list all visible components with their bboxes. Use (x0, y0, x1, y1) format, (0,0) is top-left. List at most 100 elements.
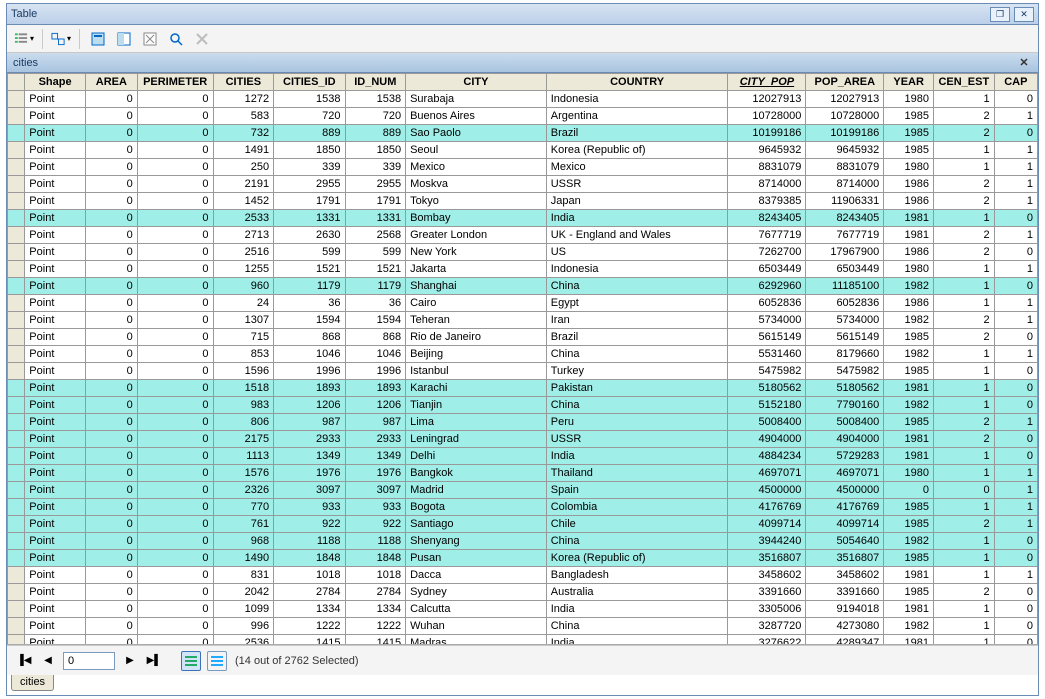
cell-city_pop[interactable]: 6052836 (728, 295, 806, 312)
cell-cap[interactable]: 0 (994, 244, 1037, 261)
cell-perimeter[interactable]: 0 (137, 567, 213, 584)
row-selector[interactable] (8, 210, 25, 227)
cell-pop_area[interactable]: 11906331 (806, 193, 884, 210)
cell-cap[interactable]: 1 (994, 295, 1037, 312)
cell-cen_est[interactable]: 1 (934, 380, 995, 397)
cell-city_pop[interactable]: 5734000 (728, 312, 806, 329)
bottom-tab-cities[interactable]: cities (11, 675, 54, 691)
cell-year[interactable]: 1985 (884, 584, 934, 601)
cell-cities_id[interactable]: 1976 (274, 465, 345, 482)
cell-country[interactable]: China (546, 533, 728, 550)
cell-city[interactable]: Sydney (406, 584, 547, 601)
cell-cities_id[interactable]: 1893 (274, 380, 345, 397)
cell-pop_area[interactable]: 3391660 (806, 584, 884, 601)
cell-country[interactable]: India (546, 448, 728, 465)
cell-year[interactable]: 0 (884, 482, 934, 499)
cell-cap[interactable]: 0 (994, 533, 1037, 550)
table-row[interactable]: Point00145217911791TokyoJapan83793851190… (8, 193, 1038, 210)
row-selector[interactable] (8, 499, 25, 516)
cell-cities_id[interactable]: 2933 (274, 431, 345, 448)
column-header-country[interactable]: COUNTRY (546, 74, 728, 91)
cell-area[interactable]: 0 (85, 278, 137, 295)
cell-perimeter[interactable]: 0 (137, 431, 213, 448)
prev-record-button[interactable]: ◀ (39, 652, 57, 670)
cell-city[interactable]: Greater London (406, 227, 547, 244)
cell-city[interactable]: Beijing (406, 346, 547, 363)
cell-cen_est[interactable]: 1 (934, 533, 995, 550)
cell-year[interactable]: 1986 (884, 244, 934, 261)
cell-cap[interactable]: 1 (994, 159, 1037, 176)
cell-cap[interactable]: 0 (994, 329, 1037, 346)
cell-cen_est[interactable]: 1 (934, 635, 995, 645)
cell-pop_area[interactable]: 8831079 (806, 159, 884, 176)
cell-id_num[interactable]: 1331 (345, 210, 406, 227)
close-button[interactable]: ✕ (1014, 7, 1034, 22)
cell-city[interactable]: Buenos Aires (406, 108, 547, 125)
cell-perimeter[interactable]: 0 (137, 108, 213, 125)
cell-country[interactable]: Turkey (546, 363, 728, 380)
cell-city_pop[interactable]: 4884234 (728, 448, 806, 465)
cell-pop_area[interactable]: 8243405 (806, 210, 884, 227)
cell-shape[interactable]: Point (25, 210, 86, 227)
row-selector[interactable] (8, 533, 25, 550)
table-row[interactable]: Point00130715941594TeheranIran5734000573… (8, 312, 1038, 329)
cell-shape[interactable]: Point (25, 414, 86, 431)
switch-selection-button[interactable] (113, 28, 135, 50)
cell-cities[interactable]: 806 (213, 414, 274, 431)
cell-pop_area[interactable]: 9645932 (806, 142, 884, 159)
cell-city_pop[interactable]: 8831079 (728, 159, 806, 176)
cell-pop_area[interactable]: 5008400 (806, 414, 884, 431)
cell-id_num[interactable]: 1848 (345, 550, 406, 567)
row-selector[interactable] (8, 193, 25, 210)
cell-cities[interactable]: 996 (213, 618, 274, 635)
cell-cen_est[interactable]: 2 (934, 312, 995, 329)
cell-cap[interactable]: 1 (994, 193, 1037, 210)
table-row[interactable]: Point00149118501850SeoulKorea (Republic … (8, 142, 1038, 159)
cell-id_num[interactable]: 1976 (345, 465, 406, 482)
cell-shape[interactable]: Point (25, 329, 86, 346)
cell-id_num[interactable]: 1188 (345, 533, 406, 550)
cell-year[interactable]: 1982 (884, 346, 934, 363)
cell-perimeter[interactable]: 0 (137, 482, 213, 499)
cell-city[interactable]: Teheran (406, 312, 547, 329)
cell-area[interactable]: 0 (85, 635, 137, 645)
cell-cen_est[interactable]: 2 (934, 125, 995, 142)
cell-pop_area[interactable]: 5729283 (806, 448, 884, 465)
cell-pop_area[interactable]: 10199186 (806, 125, 884, 142)
cell-cap[interactable]: 0 (994, 618, 1037, 635)
cell-cities[interactable]: 1452 (213, 193, 274, 210)
cell-area[interactable]: 0 (85, 584, 137, 601)
cell-pop_area[interactable]: 5054640 (806, 533, 884, 550)
cell-city_pop[interactable]: 9645932 (728, 142, 806, 159)
cell-pop_area[interactable]: 7790160 (806, 397, 884, 414)
cell-city[interactable]: Karachi (406, 380, 547, 397)
cell-area[interactable]: 0 (85, 550, 137, 567)
cell-shape[interactable]: Point (25, 193, 86, 210)
cell-perimeter[interactable]: 0 (137, 278, 213, 295)
cell-country[interactable]: USSR (546, 431, 728, 448)
cell-area[interactable]: 0 (85, 346, 137, 363)
cell-cap[interactable]: 0 (994, 635, 1037, 645)
cell-year[interactable]: 1980 (884, 159, 934, 176)
cell-cap[interactable]: 0 (994, 584, 1037, 601)
cell-perimeter[interactable]: 0 (137, 261, 213, 278)
cell-year[interactable]: 1980 (884, 91, 934, 108)
row-selector[interactable] (8, 159, 25, 176)
cell-cap[interactable]: 1 (994, 465, 1037, 482)
table-row[interactable]: Point00219129552955MoskvaUSSR87140008714… (8, 176, 1038, 193)
cell-perimeter[interactable]: 0 (137, 227, 213, 244)
column-header-cap[interactable]: CAP (994, 74, 1037, 91)
cell-pop_area[interactable]: 3516807 (806, 550, 884, 567)
cell-city[interactable]: Calcutta (406, 601, 547, 618)
cell-cities[interactable]: 1490 (213, 550, 274, 567)
cell-cities_id[interactable]: 339 (274, 159, 345, 176)
table-row[interactable]: Point00253614151415MadrasIndia3276622428… (8, 635, 1038, 645)
row-selector[interactable] (8, 278, 25, 295)
table-row[interactable]: Point0096011791179ShanghaiChina629296011… (8, 278, 1038, 295)
cell-perimeter[interactable]: 0 (137, 397, 213, 414)
column-header-city[interactable]: CITY (406, 74, 547, 91)
cell-pop_area[interactable]: 11185100 (806, 278, 884, 295)
cell-year[interactable]: 1982 (884, 618, 934, 635)
cell-shape[interactable]: Point (25, 431, 86, 448)
cell-perimeter[interactable]: 0 (137, 312, 213, 329)
